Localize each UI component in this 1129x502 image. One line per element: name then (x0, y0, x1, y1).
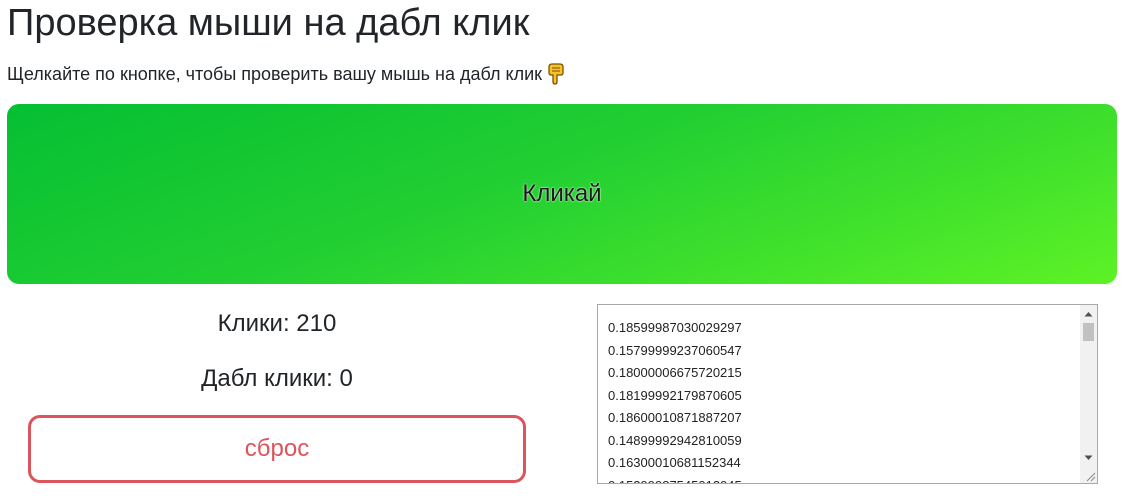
log-line: 0.18599987030029297 (608, 320, 742, 335)
log-line: 0.18000006675720215 (608, 365, 742, 380)
log-scrollbar[interactable] (1080, 305, 1097, 483)
reset-button-label: сброс (244, 435, 310, 462)
pointing-down-hand-icon (547, 63, 565, 85)
scroll-up-arrow-icon[interactable] (1080, 305, 1097, 322)
log-line: 0.14899992942810059 (608, 432, 742, 448)
resize-grip-icon[interactable] (1080, 466, 1097, 483)
page-title: Проверка мыши на дабл клик (7, 2, 530, 44)
log-lines: 0.18599987030029297 0.15799999237060547 … (608, 317, 1079, 484)
scroll-thumb[interactable] (1083, 323, 1094, 341)
page-subtitle: Щелкайте по кнопке, чтобы проверить вашу… (7, 62, 565, 86)
reset-button[interactable]: сброс (28, 415, 526, 483)
log-line: 0.16300010681152344 (608, 455, 741, 470)
log-line: 0.15799999237060547 (608, 342, 742, 358)
double-clicks-counter: Дабл клики: 0 (201, 365, 353, 392)
click-test-button[interactable]: Кликай (7, 104, 1117, 284)
click-test-button-label: Кликай (522, 180, 602, 207)
scroll-down-arrow-icon[interactable] (1080, 449, 1097, 466)
log-line: 0.15299987545013045 (608, 475, 1079, 484)
subtitle-text: Щелкайте по кнопке, чтобы проверить вашу… (7, 64, 543, 84)
click-interval-log[interactable]: 0.18599987030029297 0.15799999237060547 … (597, 304, 1098, 484)
clicks-counter: Клики: 210 (217, 310, 337, 337)
log-line: 0.18199992179870605 (608, 387, 742, 403)
log-line: 0.18600010871887207 (608, 410, 742, 425)
